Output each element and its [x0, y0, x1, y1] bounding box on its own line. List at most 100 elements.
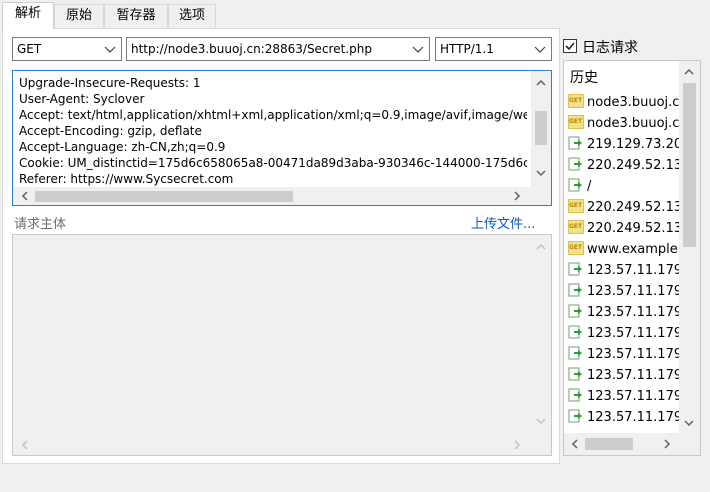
- scroll-down-icon[interactable]: [533, 413, 549, 429]
- header-line: Referer: https://www.Sycsecret.com: [19, 172, 234, 186]
- request-icon: [568, 178, 584, 192]
- chevron-down-icon: [104, 46, 116, 53]
- history-item-label: 123.57.11.179: [587, 410, 680, 425]
- header-line: Accept-Language: zh-CN,zh;q=0.9: [19, 140, 226, 154]
- tab-label: 选项: [178, 8, 205, 23]
- tab-parse[interactable]: 解析: [2, 2, 54, 29]
- request-body-editor[interactable]: [12, 234, 552, 456]
- header-line: Cookie: UM_distinctid=175d6c658065a8-004…: [19, 156, 527, 170]
- history-item[interactable]: 123.57.11.179: [568, 281, 680, 302]
- scroll-thumb[interactable]: [585, 438, 633, 450]
- history-item-label: 123.57.11.179: [587, 263, 680, 278]
- history-item[interactable]: 123.57.11.179: [568, 323, 680, 344]
- history-hscrollbar[interactable]: [564, 433, 679, 455]
- history-item[interactable]: GET 220.249.52.13: [568, 218, 680, 239]
- headers-vscrollbar[interactable]: [531, 71, 551, 187]
- request-icon: [568, 409, 584, 423]
- scroll-left-icon[interactable]: [17, 188, 33, 204]
- headers-hscrollbar[interactable]: [13, 187, 531, 205]
- history-item[interactable]: /: [568, 176, 680, 197]
- history-vscrollbar[interactable]: [679, 61, 700, 433]
- history-item[interactable]: 123.57.11.179: [568, 302, 680, 323]
- history-item-label: 123.57.11.179: [587, 326, 680, 341]
- scroll-down-icon[interactable]: [681, 415, 697, 431]
- request-icon: [568, 262, 584, 276]
- header-line: Accept: text/html,application/xhtml+xml,…: [19, 108, 527, 122]
- get-icon: GET: [568, 220, 584, 234]
- scroll-right-icon[interactable]: [509, 437, 525, 453]
- method-select[interactable]: GET: [12, 37, 122, 61]
- body-vscrollbar[interactable]: [531, 235, 551, 435]
- scroll-left-icon[interactable]: [17, 437, 33, 453]
- checkmark-icon: [565, 42, 575, 51]
- history-item-label: /: [587, 179, 592, 194]
- tab-label: 原始: [65, 8, 92, 23]
- header-line: Upgrade-Insecure-Requests: 1: [19, 76, 201, 90]
- log-requests-label: 日志请求: [582, 40, 638, 56]
- upload-file-link[interactable]: 上传文件...: [471, 213, 535, 232]
- url-select[interactable]: http://node3.buuoj.cn:28863/Secret.php: [126, 37, 430, 61]
- tab-scratchpad[interactable]: 暂存器: [104, 4, 168, 28]
- history-item[interactable]: GET node3.buuoj.c: [568, 92, 680, 113]
- scroll-up-icon[interactable]: [681, 64, 697, 80]
- history-item-label: 123.57.11.179: [587, 389, 680, 404]
- scroll-corner: [531, 187, 551, 205]
- scroll-up-icon[interactable]: [533, 75, 549, 91]
- body-hscrollbar[interactable]: [13, 435, 531, 455]
- history-item[interactable]: 123.57.11.179: [568, 260, 680, 281]
- protocol-value: HTTP/1.1: [440, 42, 494, 56]
- tab-label: 暂存器: [116, 8, 156, 23]
- scroll-right-icon[interactable]: [659, 436, 675, 452]
- history-list: GET node3.buuoj.c GET node3.buuoj.c 219.129.…: [568, 92, 680, 492]
- request-icon: [568, 157, 584, 171]
- request-icon: [568, 136, 584, 150]
- history-item-label: 219.129.73.20: [587, 137, 680, 152]
- protocol-select[interactable]: HTTP/1.1: [435, 37, 552, 61]
- scroll-thumb[interactable]: [35, 191, 293, 202]
- tab-label: 解析: [14, 6, 41, 21]
- history-item[interactable]: GET node3.buuoj.c: [568, 113, 680, 134]
- scroll-up-icon[interactable]: [533, 239, 549, 255]
- history-item[interactable]: 123.57.11.179: [568, 407, 680, 428]
- history-item[interactable]: GET www.example.: [568, 239, 680, 260]
- request-icon: [568, 325, 584, 339]
- history-item-label: node3.buuoj.c: [587, 116, 680, 131]
- history-title: 历史: [570, 70, 598, 86]
- get-icon: GET: [568, 94, 584, 108]
- scroll-thumb[interactable]: [535, 111, 547, 145]
- scroll-right-icon[interactable]: [509, 188, 525, 204]
- history-item[interactable]: 220.249.52.13: [568, 155, 680, 176]
- chevron-down-icon: [412, 46, 424, 53]
- header-line: User-Agent: Syclover: [19, 92, 145, 106]
- history-item-label: www.example.: [587, 242, 680, 257]
- header-line: Accept-Encoding: gzip, deflate: [19, 124, 202, 138]
- history-item[interactable]: 123.57.11.179: [568, 386, 680, 407]
- tab-raw[interactable]: 原始: [54, 4, 104, 28]
- request-body-label: 请求主体: [14, 217, 67, 232]
- get-icon: GET: [568, 199, 584, 213]
- history-item-label: 220.249.52.13: [587, 200, 680, 215]
- headers-editor[interactable]: Upgrade-Insecure-Requests: 1 User-Agent:…: [12, 70, 552, 206]
- history-item-label: 123.57.11.179: [587, 368, 680, 383]
- method-value: GET: [17, 42, 42, 56]
- get-icon: GET: [568, 115, 584, 129]
- log-requests-checkbox[interactable]: [563, 39, 577, 53]
- history-panel: 历史 GET node3.buuoj.c GET node3.buuoj.c 219.1…: [563, 60, 701, 456]
- request-icon: [568, 283, 584, 297]
- headers-text: Upgrade-Insecure-Requests: 1 User-Agent:…: [19, 75, 527, 187]
- tab-bar: 解析 原始 暂存器 选项: [0, 0, 710, 29]
- scroll-corner: [679, 433, 700, 455]
- history-item-label: 220.249.52.13: [587, 221, 680, 236]
- scroll-down-icon[interactable]: [533, 165, 549, 181]
- scroll-thumb[interactable]: [683, 83, 696, 247]
- history-item[interactable]: 123.57.11.179: [568, 344, 680, 365]
- history-item[interactable]: 123.57.11.179: [568, 365, 680, 386]
- history-item-label: 123.57.11.179: [587, 347, 680, 362]
- scroll-left-icon[interactable]: [567, 436, 583, 452]
- request-icon: [568, 388, 584, 402]
- history-item[interactable]: 219.129.73.20: [568, 134, 680, 155]
- request-icon: [568, 367, 584, 381]
- tab-options[interactable]: 选项: [168, 4, 216, 28]
- history-item[interactable]: GET 220.249.52.13: [568, 197, 680, 218]
- history-item-label: 220.249.52.13: [587, 158, 680, 173]
